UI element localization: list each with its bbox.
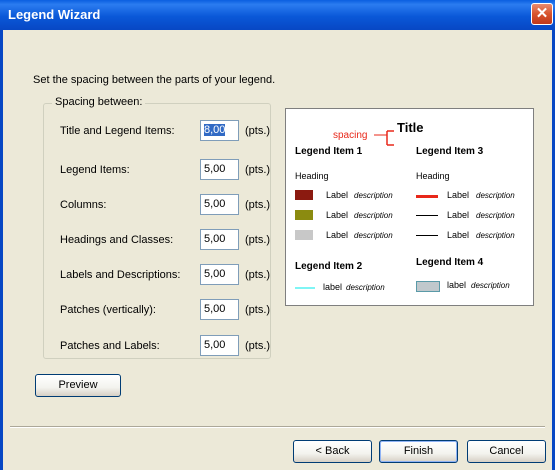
legend-line-symbol bbox=[295, 287, 315, 289]
line-description: description bbox=[476, 211, 515, 220]
line-description: description bbox=[346, 283, 385, 292]
labels-descriptions-input[interactable]: 5,00 bbox=[200, 264, 239, 285]
columns-label: Columns: bbox=[60, 199, 107, 211]
labels-descriptions-value: 5,00 bbox=[204, 268, 226, 280]
legend-item-4-name: Legend Item 4 bbox=[416, 257, 484, 268]
window-title: Legend Wizard bbox=[8, 7, 101, 22]
patch-label: Label bbox=[326, 230, 349, 240]
patches-vertically-value: 5,00 bbox=[204, 303, 226, 315]
unit-label: (pts.) bbox=[245, 199, 271, 211]
patch-label: label bbox=[447, 280, 467, 290]
title-legend-items-value: 8,00 bbox=[204, 124, 226, 136]
unit-label: (pts.) bbox=[245, 269, 271, 281]
legend-patch bbox=[295, 230, 313, 240]
footer-separator bbox=[10, 426, 545, 428]
columns-value: 5,00 bbox=[204, 198, 226, 210]
patch-label: Label bbox=[326, 190, 349, 200]
legend-line-symbol bbox=[416, 235, 438, 236]
title-legend-items-label: Title and Legend Items: bbox=[60, 125, 175, 137]
legend-patch bbox=[295, 190, 313, 200]
legend-item-2-name: Legend Item 2 bbox=[295, 261, 363, 272]
patches-labels-input[interactable]: 5,00 bbox=[200, 335, 239, 356]
legend-line-symbol bbox=[416, 195, 438, 198]
patches-vertically-label: Patches (vertically): bbox=[60, 304, 156, 316]
spacing-bracket bbox=[374, 130, 394, 146]
unit-label: (pts.) bbox=[245, 234, 271, 246]
legend-item-1-name: Legend Item 1 bbox=[295, 146, 363, 157]
legend-items-label: Legend Items: bbox=[60, 164, 130, 176]
line-description: description bbox=[476, 191, 515, 200]
close-icon: ✕ bbox=[535, 5, 549, 22]
columns-input[interactable]: 5,00 bbox=[200, 194, 239, 215]
legend-item-3-name: Legend Item 3 bbox=[416, 146, 484, 157]
patch-description: description bbox=[354, 231, 393, 240]
line-label: Label bbox=[447, 210, 470, 220]
patch-description: description bbox=[354, 211, 393, 220]
legend-line-symbol bbox=[416, 215, 438, 216]
title-legend-items-input[interactable]: 8,00 bbox=[200, 120, 239, 141]
patches-labels-value: 5,00 bbox=[204, 339, 226, 351]
line-label: Label bbox=[447, 190, 470, 200]
labels-descriptions-label: Labels and Descriptions: bbox=[60, 269, 181, 281]
headings-classes-label: Headings and Classes: bbox=[60, 234, 174, 246]
finish-button[interactable]: Finish bbox=[379, 440, 458, 463]
patch-label: Label bbox=[326, 210, 349, 220]
title-bar: Legend Wizard ✕ bbox=[0, 0, 555, 30]
spacing-group-label: Spacing between: bbox=[52, 96, 146, 108]
line-description: description bbox=[476, 231, 515, 240]
patches-labels-label: Patches and Labels: bbox=[60, 340, 160, 352]
spacing-annotation: spacing bbox=[333, 130, 368, 141]
unit-label: (pts.) bbox=[245, 340, 271, 352]
legend-items-input[interactable]: 5,00 bbox=[200, 159, 239, 180]
patch-description: description bbox=[471, 281, 510, 290]
legend-item-3-heading: Heading bbox=[416, 171, 450, 181]
cancel-button[interactable]: Cancel bbox=[467, 440, 546, 463]
unit-label: (pts.) bbox=[245, 304, 271, 316]
legend-patch bbox=[295, 210, 313, 220]
line-label: Label bbox=[447, 230, 470, 240]
headings-classes-value: 5,00 bbox=[204, 233, 226, 245]
legend-preview-panel: Title spacing Legend Item 1 Heading Labe… bbox=[285, 108, 534, 306]
preview-button[interactable]: Preview bbox=[35, 374, 121, 397]
unit-label: (pts.) bbox=[245, 125, 271, 137]
close-button[interactable]: ✕ bbox=[531, 3, 553, 25]
legend-patch bbox=[416, 281, 440, 292]
headings-classes-input[interactable]: 5,00 bbox=[200, 229, 239, 250]
patch-description: description bbox=[354, 191, 393, 200]
unit-label: (pts.) bbox=[245, 164, 271, 176]
patches-vertically-input[interactable]: 5,00 bbox=[200, 299, 239, 320]
instruction-text: Set the spacing between the parts of you… bbox=[33, 74, 276, 86]
legend-item-1-heading: Heading bbox=[295, 171, 329, 181]
back-button[interactable]: < Back bbox=[293, 440, 372, 463]
legend-items-value: 5,00 bbox=[204, 163, 226, 175]
line-label: label bbox=[323, 282, 343, 292]
